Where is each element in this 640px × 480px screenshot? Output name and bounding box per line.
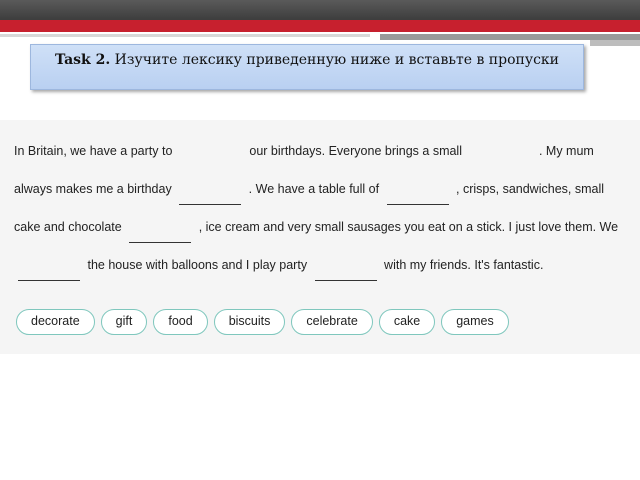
task-instruction: Изучите лексику приведенную ниже и встав… [114,52,559,68]
blank-3[interactable] [179,190,242,205]
header-dark-bar [0,0,640,20]
text-segment: In Britain, we have a party to [14,144,173,158]
exercise-text: In Britain, we have a party to our birth… [14,132,632,284]
word-chip-games[interactable]: games [441,309,509,335]
blank-2[interactable] [469,153,531,167]
word-chip-food[interactable]: food [153,309,208,335]
blank-5[interactable] [129,228,192,243]
blank-4[interactable] [386,190,449,205]
blank-1[interactable] [180,153,242,167]
word-chip-cake[interactable]: cake [378,309,436,335]
task-title-box: Task 2. Изучите лексику приведенную ниже… [30,44,584,90]
word-chip-celebrate[interactable]: celebrate [291,309,373,335]
word-chip-biscuits[interactable]: biscuits [213,309,286,335]
header-accent-bar-small [590,40,640,46]
blank-6[interactable] [18,266,80,281]
word-chip-decorate[interactable]: decorate [16,309,95,335]
blank-7[interactable] [314,266,377,281]
exercise-panel: In Britain, we have a party to our birth… [0,120,640,354]
header-accent-line [0,34,370,37]
text-segment: the house with balloons and I play party [87,258,308,272]
text-segment: , ice cream and very small sausages you … [198,220,619,234]
text-segment: our birthdays. Everyone brings a small [249,144,462,158]
text-segment: with my friends. It's fantastic. [384,258,544,272]
task-label: Task 2. [54,52,111,68]
word-bank: decorate gift food biscuits celebrate ca… [16,309,509,339]
header-red-bar [0,20,640,32]
word-chip-gift[interactable]: gift [100,309,148,335]
text-segment: . We have a table full of [248,182,380,196]
